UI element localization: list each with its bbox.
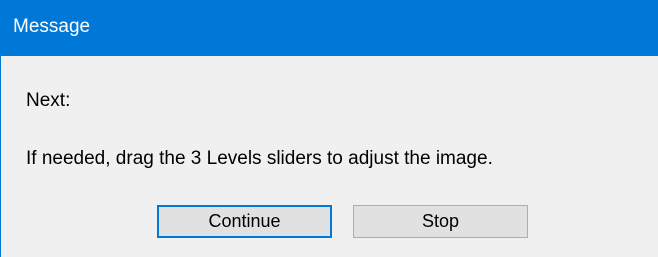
dialog-body: Next: If needed, drag the 3 Levels slide… [1,56,658,257]
message-instruction: If needed, drag the 3 Levels sliders to … [26,148,493,169]
title-bar[interactable]: Message [1,0,658,56]
stop-button[interactable]: Stop [353,205,528,238]
message-heading: Next: [26,90,71,111]
continue-button[interactable]: Continue [157,205,332,238]
message-dialog: Message Next: If needed, drag the 3 Leve… [0,0,658,257]
window-title: Message [13,16,91,37]
